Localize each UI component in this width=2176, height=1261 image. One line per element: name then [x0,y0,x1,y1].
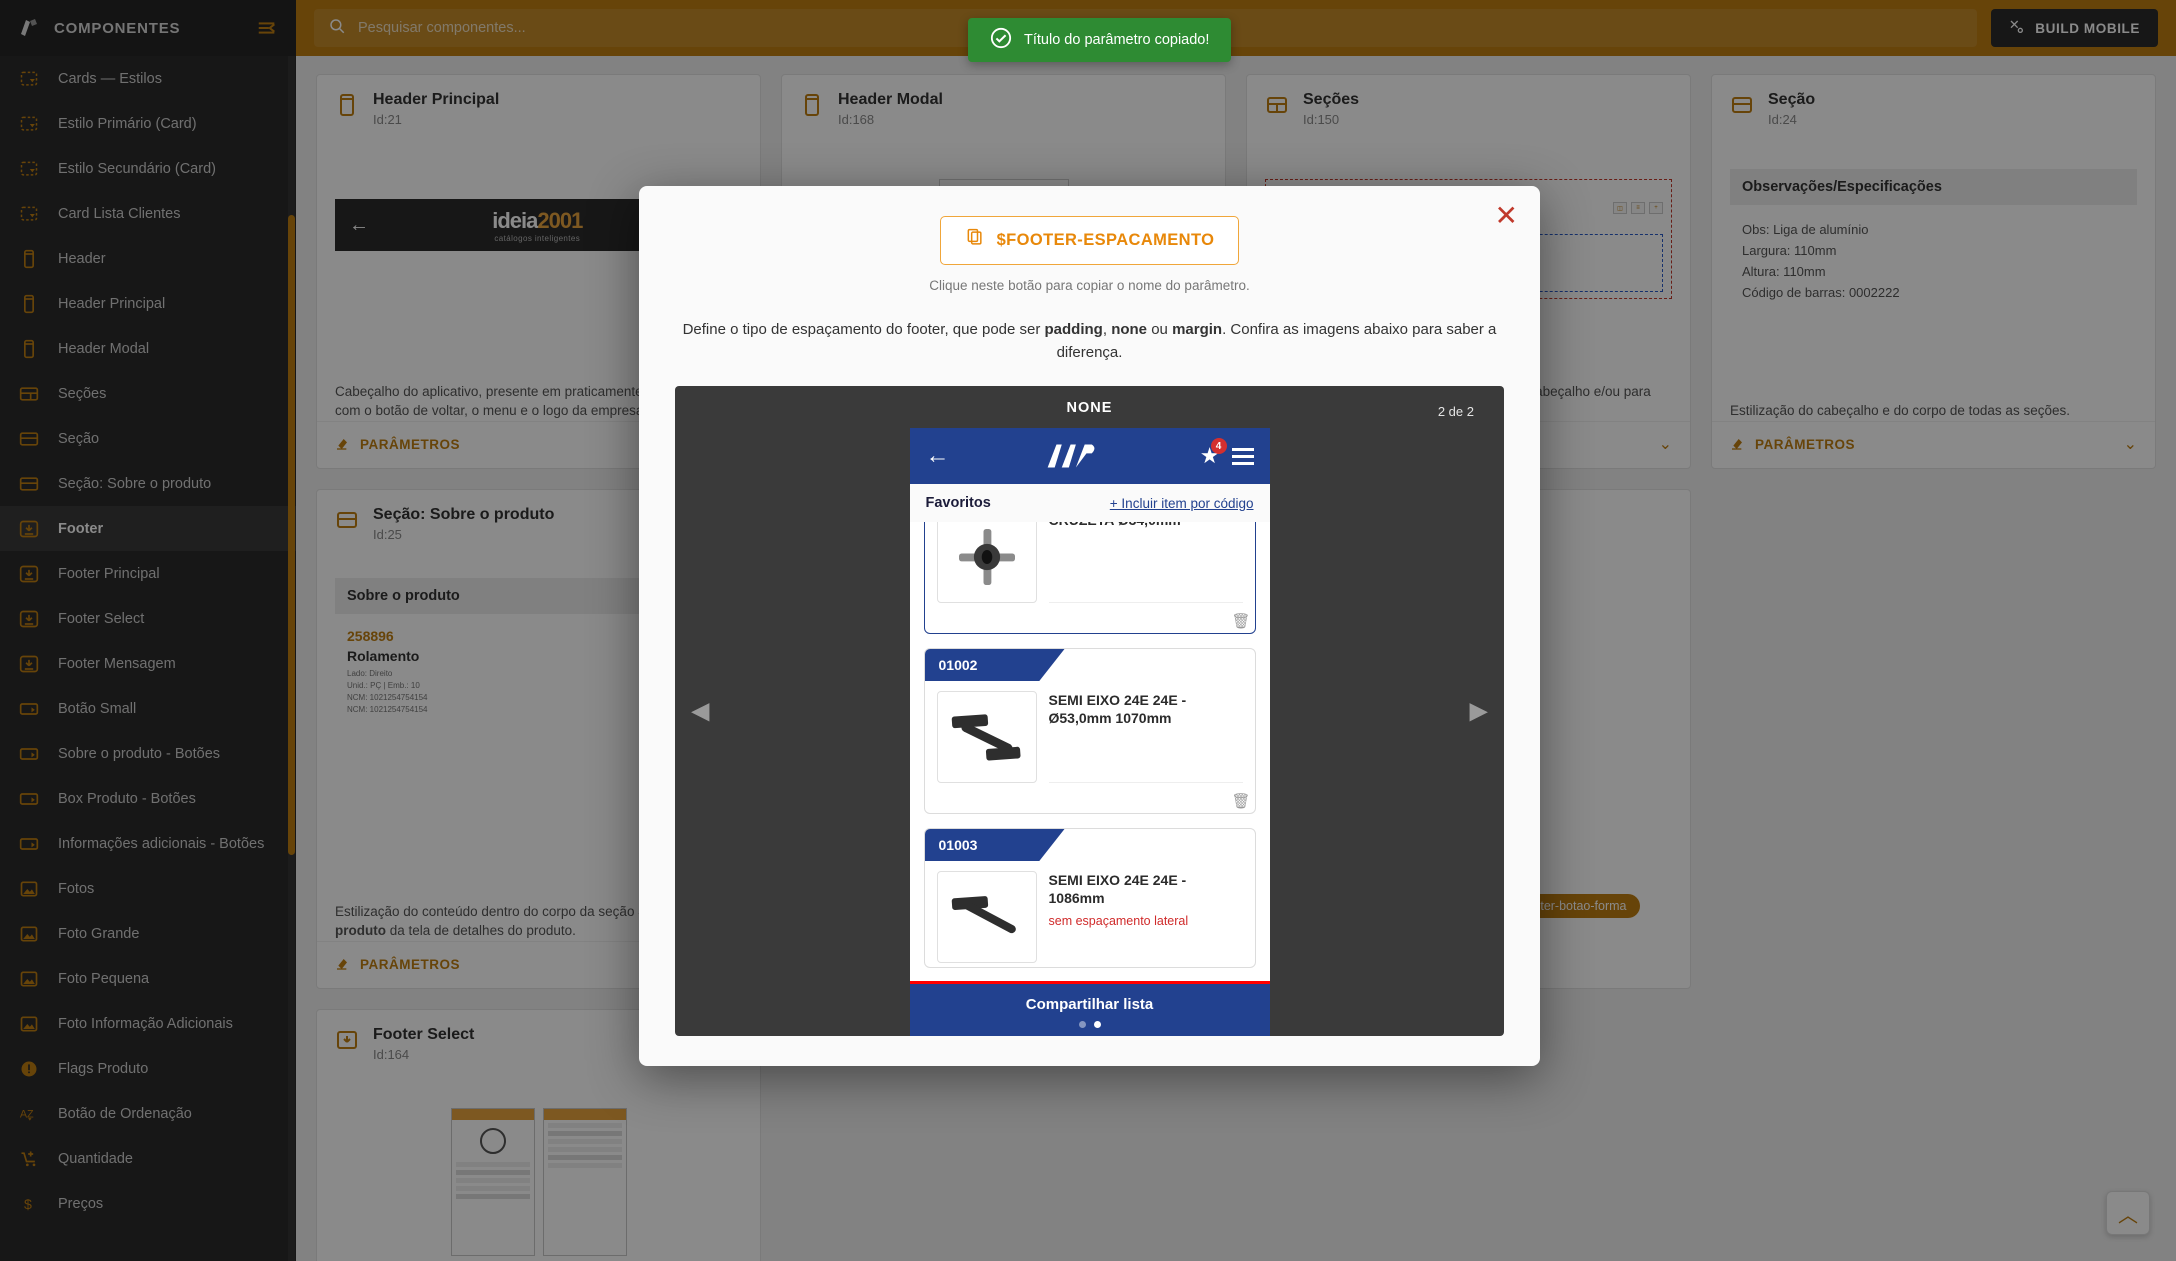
semi-eixo-thumb [936,871,1037,963]
desc-bold-margin: margin [1172,321,1223,338]
pagination-dots [910,1021,1270,1028]
app-root: Header Principal Id:21 ← ideia2001 catál… [0,0,2176,1261]
share-list-label: Compartilhar lista [1025,996,1154,1013]
desc-bold-padding: padding [1044,321,1103,338]
phone-logo [962,441,1188,471]
desc-sep: , [1102,321,1112,338]
back-arrow-icon[interactable]: ← [926,444,950,468]
product-code-ribbon: 01002 [924,649,1065,681]
copy-parameter-button[interactable]: $FOOTER-ESPACAMENTO [939,216,1240,265]
toast-notification: Título do parâmetro copiado! [968,18,1232,62]
dot[interactable] [1078,1021,1086,1028]
product-name: CRUZETA Ø34,0mm [1049,522,1243,529]
add-item-by-code-link[interactable]: + Incluir item por código [1110,496,1254,511]
desc-sep: ou [1147,321,1173,338]
product-name: SEMI EIXO 24E 24E - Ø53,0mm 1070mm [1048,692,1187,727]
toast-message: Título do parâmetro copiado! [1024,32,1210,48]
stage-variant-title: NONE [1066,400,1113,416]
list-item-info: SEMI EIXO 24E 24E - Ø53,0mm 1070mm [1048,691,1243,783]
phone-sub-header: Favoritos + Incluir item por código [909,484,1270,522]
list-item[interactable]: CRUZETA Ø34,0mm 🗑 [923,522,1256,634]
list-item-info: CRUZETA Ø34,0mm [1048,522,1243,603]
phone-product-list[interactable]: CRUZETA Ø34,0mm 🗑 01002 [909,522,1270,1036]
product-name: SEMI EIXO 24E 24E - 1086mm [1048,872,1187,907]
parameter-detail-modal: ✕ $FOOTER-ESPACAMENTO Clique neste botão… [639,186,1540,1066]
chevron-right-icon[interactable]: ▶ [1470,697,1488,726]
preview-stage: NONE 2 de 2 ◀ ▶ ← ★ 4 Favoritos + Inclui… [675,386,1504,1036]
desc-pre: Define o tipo de espaçamento do footer, … [682,321,1045,338]
divider [1048,602,1243,603]
list-item-body: CRUZETA Ø34,0mm [925,522,1255,607]
hamburger-icon[interactable] [1231,447,1254,465]
trash-icon[interactable]: 🗑 [925,787,1255,813]
copy-icon [965,228,985,253]
stage-counter: 2 de 2 [1437,404,1474,419]
list-item[interactable]: 01002 SEMI EIXO 24E 24E - Ø53,0mm 1070mm… [923,648,1256,814]
phone-app-header: ← ★ 4 [909,428,1270,484]
star-icon[interactable]: ★ 4 [1200,438,1227,469]
copy-parameter-label: $FOOTER-ESPACAMENTO [996,231,1215,249]
list-item-body: SEMI EIXO 24E 24E - Ø53,0mm 1070mm [925,681,1255,787]
dot-active[interactable] [1093,1021,1101,1028]
spacing-annotation: sem espaçamento lateral [1048,913,1189,928]
list-item-info: SEMI EIXO 24E 24E - 1086mm sem espaçamen… [1049,871,1243,963]
list-item[interactable]: 01003 SEMI EIXO 24E 24E - 1086mm sem esp… [923,828,1256,968]
chevron-left-icon[interactable]: ◀ [691,697,709,726]
cruzeta-thumb [936,522,1037,603]
list-item-body: SEMI EIXO 24E 24E - 1086mm sem espaçamen… [925,861,1255,967]
copy-hint-text: Clique neste botão para copiar o nome do… [929,278,1250,293]
phone-mockup: ← ★ 4 Favoritos + Incluir item por códig… [909,428,1270,1036]
close-icon[interactable]: ✕ [1495,202,1518,230]
favorites-badge: 4 [1210,438,1227,454]
divider [1048,782,1243,783]
check-circle-icon [990,27,1012,53]
semi-eixo-thumb [936,691,1037,783]
product-code-ribbon: 01003 [924,829,1065,861]
favorites-title: Favoritos [925,495,991,511]
trash-icon[interactable]: 🗑 [925,607,1255,633]
desc-bold-none: none [1111,321,1148,338]
phone-footer[interactable]: Compartilhar lista [909,981,1270,1036]
modal-description: Define o tipo de espaçamento do footer, … [675,319,1504,364]
